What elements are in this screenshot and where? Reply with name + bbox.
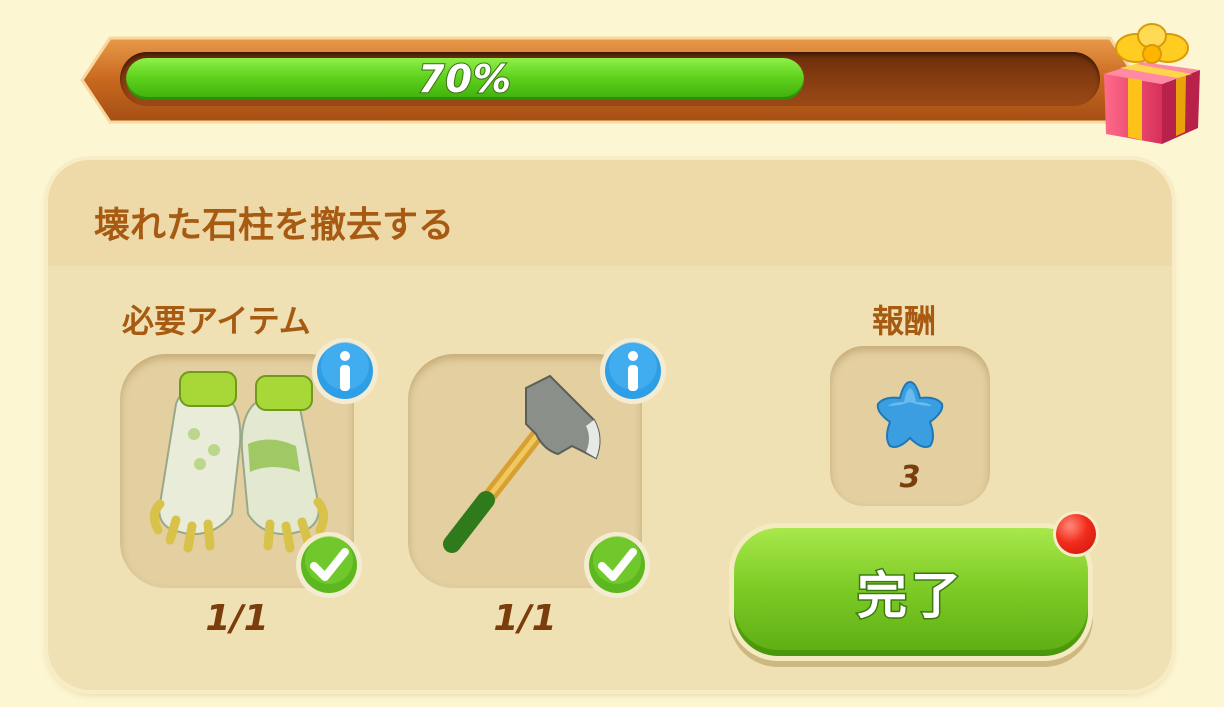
- info-icon[interactable]: [598, 336, 668, 406]
- blue-star-icon: [876, 380, 944, 448]
- reward-label: 報酬: [872, 302, 937, 340]
- progress-percent: 70%: [417, 57, 512, 101]
- quest-panel: 壊れた石柱を撤去する 必要アイテム 報酬 1/1 1/1 3 完了: [48, 160, 1172, 690]
- quest-title: 壊れた石柱を撤去する: [94, 205, 455, 246]
- notification-badge: [1056, 514, 1096, 554]
- required-items-label: 必要アイテム: [122, 302, 311, 340]
- item-count-gloves: 1/1: [205, 598, 269, 639]
- reward-count: 3: [899, 460, 921, 495]
- check-icon: [584, 532, 650, 598]
- reward-slot[interactable]: 3: [830, 346, 990, 506]
- check-icon: [296, 532, 362, 598]
- gift-box-icon[interactable]: [1092, 22, 1210, 152]
- complete-button[interactable]: 完了: [734, 528, 1088, 656]
- info-icon[interactable]: [310, 336, 380, 406]
- progress-bar: 70%: [80, 23, 1200, 144]
- complete-button-label: 完了: [856, 566, 965, 627]
- progress-track: 70%: [120, 52, 1100, 106]
- item-count-axe: 1/1: [493, 598, 557, 639]
- quest-header: 壊れた石柱を撤去する: [48, 160, 1172, 266]
